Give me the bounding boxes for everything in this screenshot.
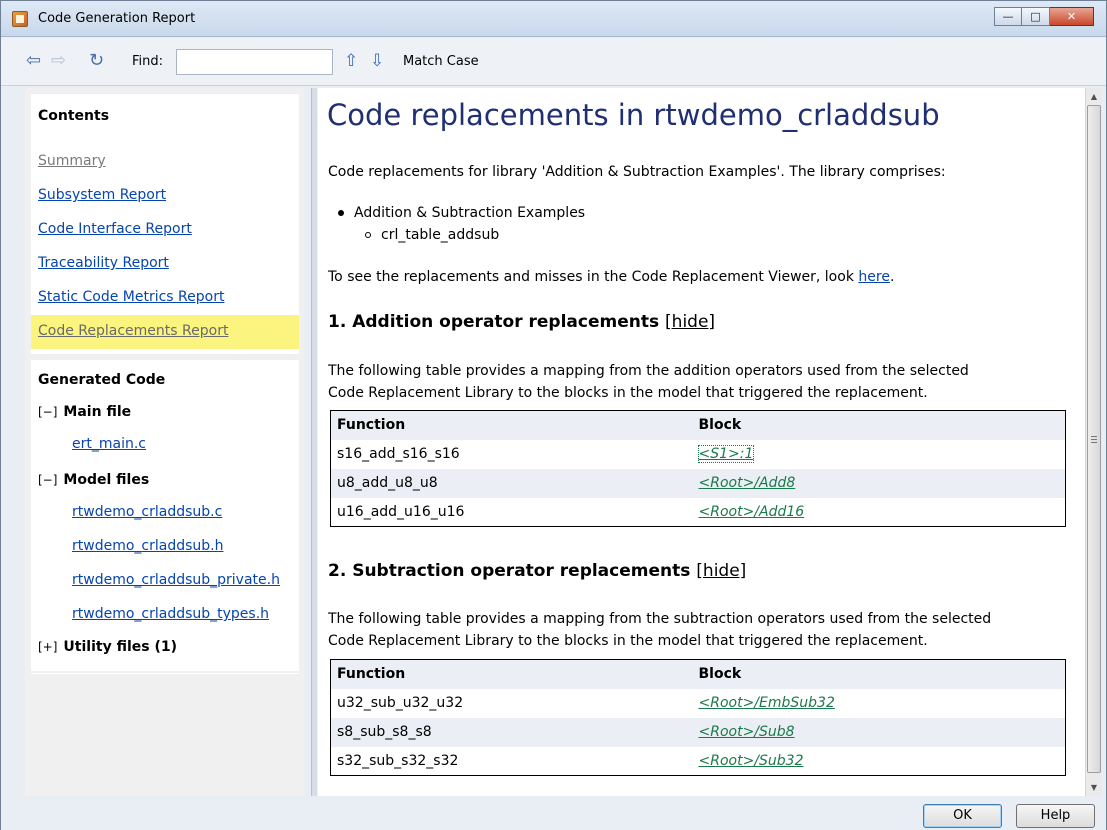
model-files-group[interactable]: [−] Model files — [38, 472, 149, 488]
table-row: s32_sub_s32_s32 <Root>/Sub32 — [331, 747, 1066, 776]
contents-section: Contents Summary Subsystem Report Code I… — [31, 94, 299, 354]
file-link-ert-main-c[interactable]: ert_main.c — [72, 436, 146, 452]
collapse-toggle[interactable]: [−] — [38, 405, 57, 419]
toolbar: ⇦ ⇨ ↻ Find: ⇧ ⇩ Match Case — [1, 38, 1106, 86]
intro-text: Code replacements for library 'Addition … — [328, 164, 946, 180]
find-previous-icon[interactable]: ⇧ — [344, 51, 358, 71]
divider — [31, 673, 299, 674]
forward-arrow-icon[interactable]: ⇨ — [51, 52, 66, 70]
block-link[interactable]: <Root>/Add8 — [699, 475, 796, 491]
expand-toggle[interactable]: [+] — [38, 640, 57, 654]
utility-files-group[interactable]: [+] Utility files (1) — [38, 639, 177, 655]
block-link[interactable]: <S1>:1 — [697, 445, 755, 463]
scroll-down-icon[interactable]: ▼ — [1086, 779, 1102, 796]
table-list-item: crl_table_addsub — [365, 227, 499, 243]
divider — [31, 352, 299, 353]
contents-title: Contents — [38, 108, 110, 124]
match-case-toggle[interactable]: Match Case — [403, 54, 479, 69]
block-link[interactable]: <Root>/Sub8 — [699, 724, 795, 740]
table-row: s16_add_s16_s16 <S1>:1 — [331, 440, 1066, 469]
generated-code-section: Generated Code [−] Main file ert_main.c [… — [31, 360, 299, 671]
find-label: Find: — [132, 54, 164, 69]
nav-static-code-metrics-link[interactable]: Static Code Metrics Report — [38, 289, 224, 305]
page-title: Code replacements in rtwdemo_crladdsub — [327, 98, 940, 132]
column-header-function: Function — [330, 410, 693, 440]
minimize-icon[interactable]: — — [994, 7, 1022, 26]
file-link-crladdsub-c[interactable]: rtwdemo_crladdsub.c — [72, 504, 222, 520]
grip-icon — [1091, 436, 1097, 443]
title-bar: Code Generation Report — □ ✕ — [1, 1, 1106, 37]
help-button[interactable]: Help — [1016, 804, 1095, 828]
window-controls: — □ ✕ — [994, 7, 1094, 26]
collapse-toggle[interactable]: [−] — [38, 473, 57, 487]
window-title: Code Generation Report — [38, 11, 196, 26]
report-window: Code Generation Report — □ ✕ ⇦ ⇨ ↻ Find:… — [0, 0, 1107, 830]
pane-splitter[interactable] — [311, 88, 317, 796]
table-row: s8_sub_s8_s8 <Root>/Sub8 — [330, 717, 1066, 747]
table-row: u32_sub_u32_u32 <Root>/EmbSub32 — [331, 689, 1066, 718]
back-arrow-icon[interactable]: ⇦ — [26, 52, 41, 70]
ok-button[interactable]: OK — [923, 804, 1002, 828]
column-header-block: Block — [692, 659, 1066, 689]
table-row: u8_add_u8_u8 <Root>/Add8 — [330, 468, 1066, 498]
hide-subtraction-link[interactable]: [hide] — [696, 561, 746, 581]
nav-subsystem-report-link[interactable]: Subsystem Report — [38, 187, 166, 203]
block-link[interactable]: <Root>/Sub32 — [699, 753, 804, 769]
addition-table: Function Block s16_add_s16_s16 <S1>:1 u8… — [330, 410, 1066, 527]
subtraction-section-heading: 2. Subtraction operator replacements [hi… — [328, 561, 747, 581]
navigation-pane: Contents Summary Subsystem Report Code I… — [25, 88, 304, 796]
file-link-crladdsub-h[interactable]: rtwdemo_crladdsub.h — [72, 538, 223, 554]
main-file-group[interactable]: [−] Main file — [38, 404, 131, 420]
find-next-icon[interactable]: ⇩ — [370, 51, 384, 71]
circle-bullet-icon — [365, 232, 371, 238]
block-link[interactable]: <Root>/EmbSub32 — [699, 695, 835, 711]
nav-summary-link[interactable]: Summary — [38, 153, 106, 169]
library-list-item: Addition & Subtraction Examples — [338, 205, 585, 221]
scroll-up-icon[interactable]: ▲ — [1086, 88, 1102, 105]
addition-description: The following table provides a mapping f… — [328, 363, 969, 401]
function-cell: u32_sub_u32_u32 — [337, 695, 464, 711]
function-cell: s32_sub_s32_s32 — [337, 752, 459, 769]
viewer-here-link[interactable]: here — [858, 269, 890, 285]
subtraction-description: The following table provides a mapping f… — [328, 611, 992, 649]
function-cell: s8_sub_s8_s8 — [330, 717, 693, 747]
report-content: Code replacements in rtwdemo_crladdsub C… — [318, 88, 1085, 796]
scrollbar-thumb[interactable] — [1087, 105, 1101, 773]
table-row: u16_add_u16_u16 <Root>/Add16 — [331, 498, 1066, 527]
generated-code-title: Generated Code — [38, 372, 166, 388]
nav-code-interface-report-link[interactable]: Code Interface Report — [38, 221, 192, 237]
column-header-block: Block — [692, 410, 1066, 440]
addition-section-heading: 1. Addition operator replacements [hide] — [328, 312, 716, 332]
hide-addition-link[interactable]: [hide] — [665, 312, 715, 332]
column-header-function: Function — [330, 659, 693, 689]
block-link[interactable]: <Root>/Add16 — [699, 504, 805, 520]
dialog-footer: OK Help — [1, 797, 1106, 830]
viewer-text: To see the replacements and misses in th… — [328, 269, 895, 285]
refresh-icon[interactable]: ↻ — [89, 52, 104, 70]
function-cell: s16_add_s16_s16 — [337, 446, 460, 462]
find-input[interactable] — [176, 49, 333, 75]
bullet-icon — [338, 210, 344, 216]
subtraction-table: Function Block u32_sub_u32_u32 <Root>/Em… — [330, 659, 1066, 776]
file-link-crladdsub-private-h[interactable]: rtwdemo_crladdsub_private.h — [72, 572, 280, 588]
nav-traceability-report-link[interactable]: Traceability Report — [38, 255, 169, 271]
file-link-crladdsub-types-h[interactable]: rtwdemo_crladdsub_types.h — [72, 606, 269, 622]
close-icon[interactable]: ✕ — [1050, 7, 1094, 26]
function-cell: u16_add_u16_u16 — [337, 503, 465, 520]
maximize-icon[interactable]: □ — [1022, 7, 1050, 26]
function-cell: u8_add_u8_u8 — [330, 468, 693, 498]
nav-code-replacements-report-link[interactable]: Code Replacements Report — [31, 315, 299, 349]
vertical-scrollbar[interactable]: ▲ ▼ — [1085, 88, 1102, 796]
app-icon — [12, 11, 28, 27]
